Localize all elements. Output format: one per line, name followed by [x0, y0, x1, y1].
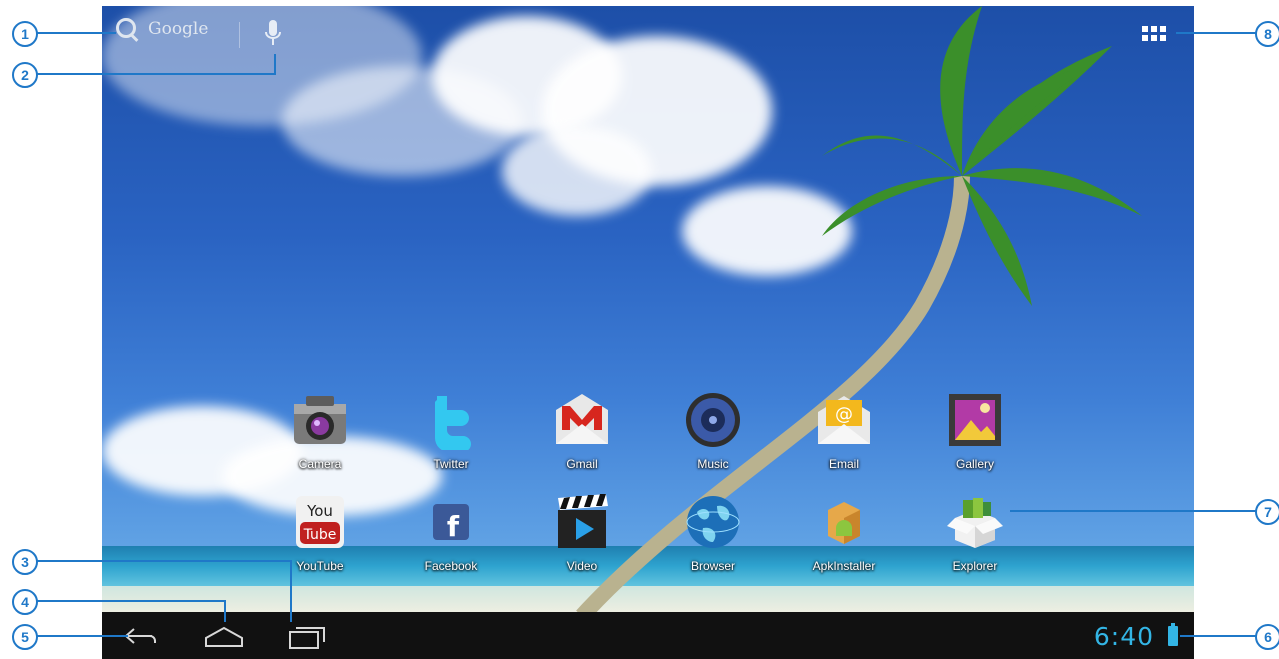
- gmail-icon: [556, 394, 608, 444]
- callout-line-2-vertical: [274, 54, 276, 75]
- status-clock: 6:40: [1093, 622, 1154, 651]
- callout-line-7: [1010, 510, 1257, 512]
- app-label: Music: [697, 457, 729, 471]
- app-label: Email: [828, 457, 859, 471]
- app-facebook[interactable]: f Facebook: [396, 492, 506, 573]
- callout-5: 5: [12, 624, 38, 650]
- browser-globe-icon: [686, 496, 740, 548]
- app-gmail[interactable]: Gmail: [527, 390, 637, 471]
- app-browser[interactable]: Browser: [658, 492, 768, 573]
- facebook-icon: f: [433, 504, 469, 543]
- gallery-icon: [949, 394, 1001, 446]
- app-twitter[interactable]: Twitter: [396, 390, 506, 471]
- callout-2: 2: [12, 62, 38, 88]
- recent-apps-icon[interactable]: [284, 620, 328, 652]
- app-label: Gallery: [955, 457, 994, 471]
- explorer-box-icon: [947, 498, 1003, 548]
- app-label: Explorer: [952, 559, 998, 573]
- music-speaker-icon: [686, 393, 740, 447]
- apk-installer-icon: [828, 502, 860, 544]
- navigation-bar: 6:40: [102, 612, 1194, 659]
- callout-line-1: [36, 32, 116, 34]
- app-label: Camera: [298, 457, 342, 471]
- app-label: Facebook: [424, 559, 478, 573]
- app-camera[interactable]: Camera: [265, 390, 375, 471]
- google-search-bar[interactable]: Google: [114, 16, 208, 42]
- app-label: ApkInstaller: [812, 559, 876, 573]
- svg-text:You: You: [306, 502, 333, 520]
- app-gallery[interactable]: Gallery: [920, 390, 1030, 471]
- callout-1: 1: [12, 21, 38, 47]
- svg-text:f: f: [447, 510, 460, 543]
- callout-line-3: [36, 560, 292, 562]
- callout-7: 7: [1255, 499, 1279, 525]
- camera-icon: [294, 396, 346, 444]
- app-label: Browser: [690, 559, 735, 573]
- app-label: Gmail: [566, 457, 598, 471]
- callout-line-6: [1180, 635, 1257, 637]
- video-clapper-icon: [558, 494, 608, 548]
- callout-line-8: [1176, 32, 1257, 34]
- search-divider: [239, 22, 240, 48]
- app-music[interactable]: Music: [658, 390, 768, 471]
- svg-text:Tube: Tube: [303, 527, 337, 543]
- google-label: Google: [148, 19, 209, 39]
- callout-3: 3: [12, 549, 38, 575]
- app-apkinstaller[interactable]: ApkInstaller: [789, 492, 899, 573]
- callout-line-2: [36, 73, 276, 75]
- twitter-icon: [435, 396, 471, 452]
- search-icon[interactable]: [114, 16, 140, 42]
- svg-text:@: @: [835, 404, 853, 425]
- youtube-icon: You Tube: [296, 496, 344, 548]
- callout-line-3-vertical: [290, 560, 292, 622]
- microphone-icon[interactable]: [262, 18, 284, 52]
- email-icon: @: [818, 396, 870, 444]
- battery-icon: [1168, 623, 1178, 646]
- callout-4: 4: [12, 589, 38, 615]
- callout-line-4-vertical: [224, 600, 226, 622]
- all-apps-icon[interactable]: [1142, 26, 1168, 46]
- app-video[interactable]: Video: [527, 492, 637, 573]
- callout-8: 8: [1255, 21, 1279, 47]
- app-label: Twitter: [433, 457, 469, 471]
- app-email[interactable]: @ Email: [789, 390, 899, 471]
- app-explorer[interactable]: Explorer: [920, 492, 1030, 573]
- app-label: Video: [566, 559, 598, 573]
- callout-line-5: [36, 635, 128, 637]
- home-icon[interactable]: [202, 620, 246, 652]
- callout-line-4: [36, 600, 226, 602]
- callout-6: 6: [1255, 624, 1279, 650]
